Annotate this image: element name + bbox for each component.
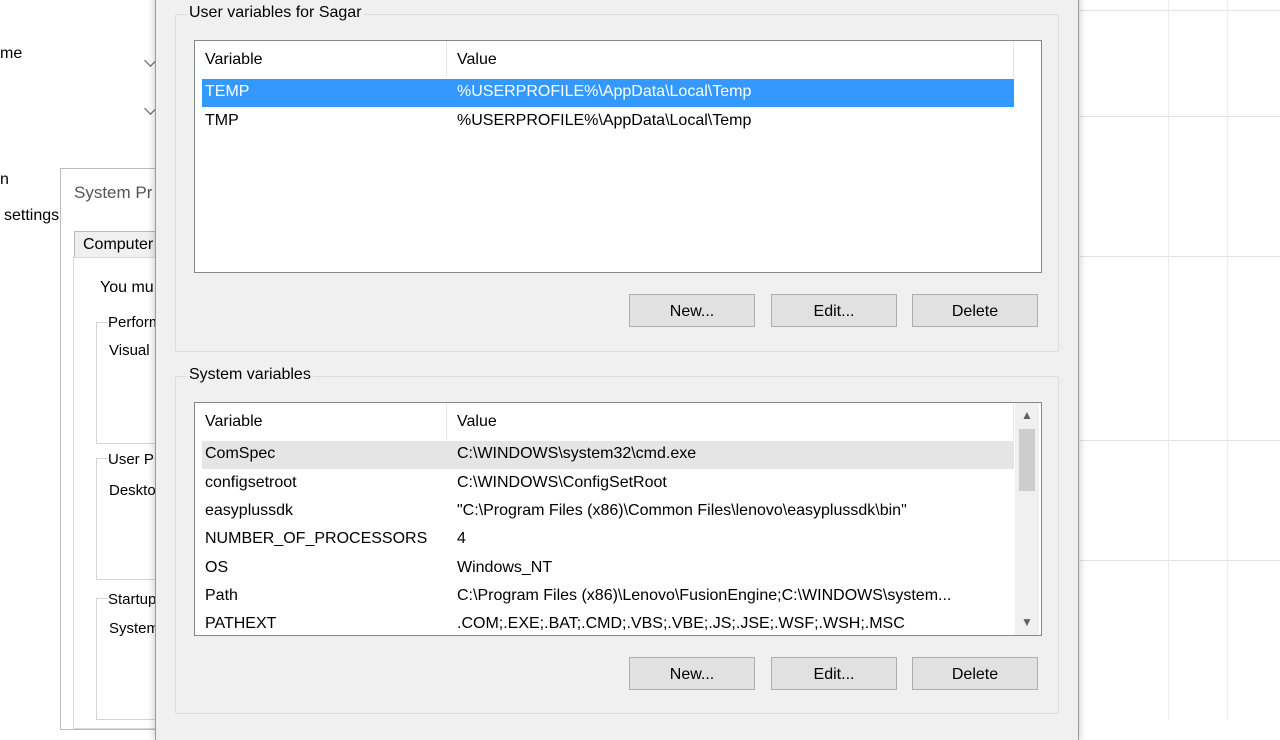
environment-variables-dialog: User variables for Sagar Variable Value … — [155, 0, 1079, 740]
system-variables-legend: System variables — [187, 366, 313, 384]
variable-name: TMP — [205, 112, 239, 129]
column-divider[interactable] — [1013, 41, 1014, 77]
scrollbar-thumb[interactable] — [1019, 429, 1035, 491]
table-row[interactable]: ComSpec C:\WINDOWS\system32\cmd.exe — [202, 441, 1014, 469]
system-edit-button[interactable]: Edit... — [771, 657, 897, 690]
column-divider[interactable] — [446, 403, 447, 439]
performance-label: Perform — [108, 314, 162, 331]
system-label: System — [109, 620, 160, 637]
user-profiles-label: User P — [108, 451, 154, 468]
vertical-scrollbar[interactable]: ▲ ▼ — [1015, 403, 1039, 635]
user-delete-button[interactable]: Delete — [912, 294, 1038, 327]
column-header-value[interactable]: Value — [457, 413, 497, 431]
system-new-button[interactable]: New... — [629, 657, 755, 690]
variable-value: C:\WINDOWS\system32\cmd.exe — [457, 445, 697, 462]
user-variables-list[interactable]: Variable Value TEMP %USERPROFILE%\AppDat… — [194, 40, 1042, 273]
variable-value: C:\WINDOWS\ConfigSetRoot — [457, 474, 667, 491]
variable-value: 4 — [457, 530, 466, 547]
user-edit-button[interactable]: Edit... — [771, 294, 897, 327]
table-row[interactable]: TEMP %USERPROFILE%\AppData\Local\Temp — [202, 79, 1014, 107]
bg-divider — [1080, 116, 1280, 117]
variable-name: TEMP — [205, 83, 250, 100]
admin-note: You mu — [100, 279, 154, 297]
bg-divider — [1080, 560, 1280, 561]
list-header: Variable Value — [195, 41, 1041, 77]
variable-name: ComSpec — [205, 445, 276, 462]
scroll-up-arrow-icon[interactable]: ▲ — [1015, 404, 1039, 426]
user-variables-legend: User variables for Sagar — [187, 4, 364, 22]
column-header-value[interactable]: Value — [457, 51, 497, 69]
bg-divider — [1168, 0, 1169, 720]
table-row[interactable]: Path C:\Program Files (x86)\Lenovo\Fusio… — [202, 583, 1014, 611]
system-variables-list[interactable]: Variable Value ComSpec C:\WINDOWS\system… — [194, 402, 1042, 636]
column-header-variable[interactable]: Variable — [205, 413, 263, 431]
table-row[interactable]: OS Windows_NT — [202, 555, 1014, 583]
variable-name: NUMBER_OF_PROCESSORS — [205, 530, 428, 547]
variable-name: Path — [205, 587, 238, 604]
variable-name: configsetroot — [205, 474, 297, 491]
user-new-button[interactable]: New... — [629, 294, 755, 327]
variable-name: OS — [205, 559, 229, 576]
table-row[interactable]: TMP %USERPROFILE%\AppData\Local\Temp — [202, 108, 1014, 136]
bg-divider — [1080, 256, 1280, 257]
column-divider[interactable] — [1013, 403, 1014, 439]
table-row[interactable]: NUMBER_OF_PROCESSORS 4 — [202, 526, 1014, 554]
variable-name: PATHEXT — [205, 615, 277, 632]
system-properties-title: System Pr — [74, 183, 153, 202]
system-delete-button[interactable]: Delete — [912, 657, 1038, 690]
table-row[interactable]: easyplussdk "C:\Program Files (x86)\Comm… — [202, 498, 1014, 526]
variable-value: Windows_NT — [457, 559, 553, 576]
visual-label: Visual — [109, 342, 150, 359]
variable-name: easyplussdk — [205, 502, 294, 519]
variable-value: %USERPROFILE%\AppData\Local\Temp — [457, 83, 752, 100]
tab-label: Computer — [83, 236, 154, 253]
table-row[interactable]: configsetroot C:\WINDOWS\ConfigSetRoot — [202, 470, 1014, 498]
variable-value: %USERPROFILE%\AppData\Local\Temp — [457, 112, 752, 129]
table-row[interactable]: PATHEXT .COM;.EXE;.BAT;.CMD;.VBS;.VBE;.J… — [202, 611, 1014, 635]
scroll-down-arrow-icon[interactable]: ▼ — [1015, 611, 1039, 633]
variable-value: "C:\Program Files (x86)\Common Files\len… — [457, 502, 907, 519]
column-divider[interactable] — [446, 41, 447, 77]
column-header-variable[interactable]: Variable — [205, 51, 263, 69]
variable-value: C:\Program Files (x86)\Lenovo\FusionEngi… — [457, 587, 952, 604]
bg-divider — [1080, 10, 1280, 11]
list-header: Variable Value — [195, 403, 1041, 439]
bg-divider — [1227, 0, 1228, 720]
bg-divider — [1080, 440, 1280, 441]
bg-n-fragment: n — [0, 171, 9, 188]
variable-value: .COM;.EXE;.BAT;.CMD;.VBS;.VBE;.JS;.JSE;.… — [457, 615, 905, 632]
bg-settings-link[interactable]: settings — [4, 207, 59, 225]
desktop-label: Deskto — [109, 482, 156, 499]
startup-label: Startup — [108, 591, 157, 608]
bg-home-fragment: me — [0, 45, 23, 62]
